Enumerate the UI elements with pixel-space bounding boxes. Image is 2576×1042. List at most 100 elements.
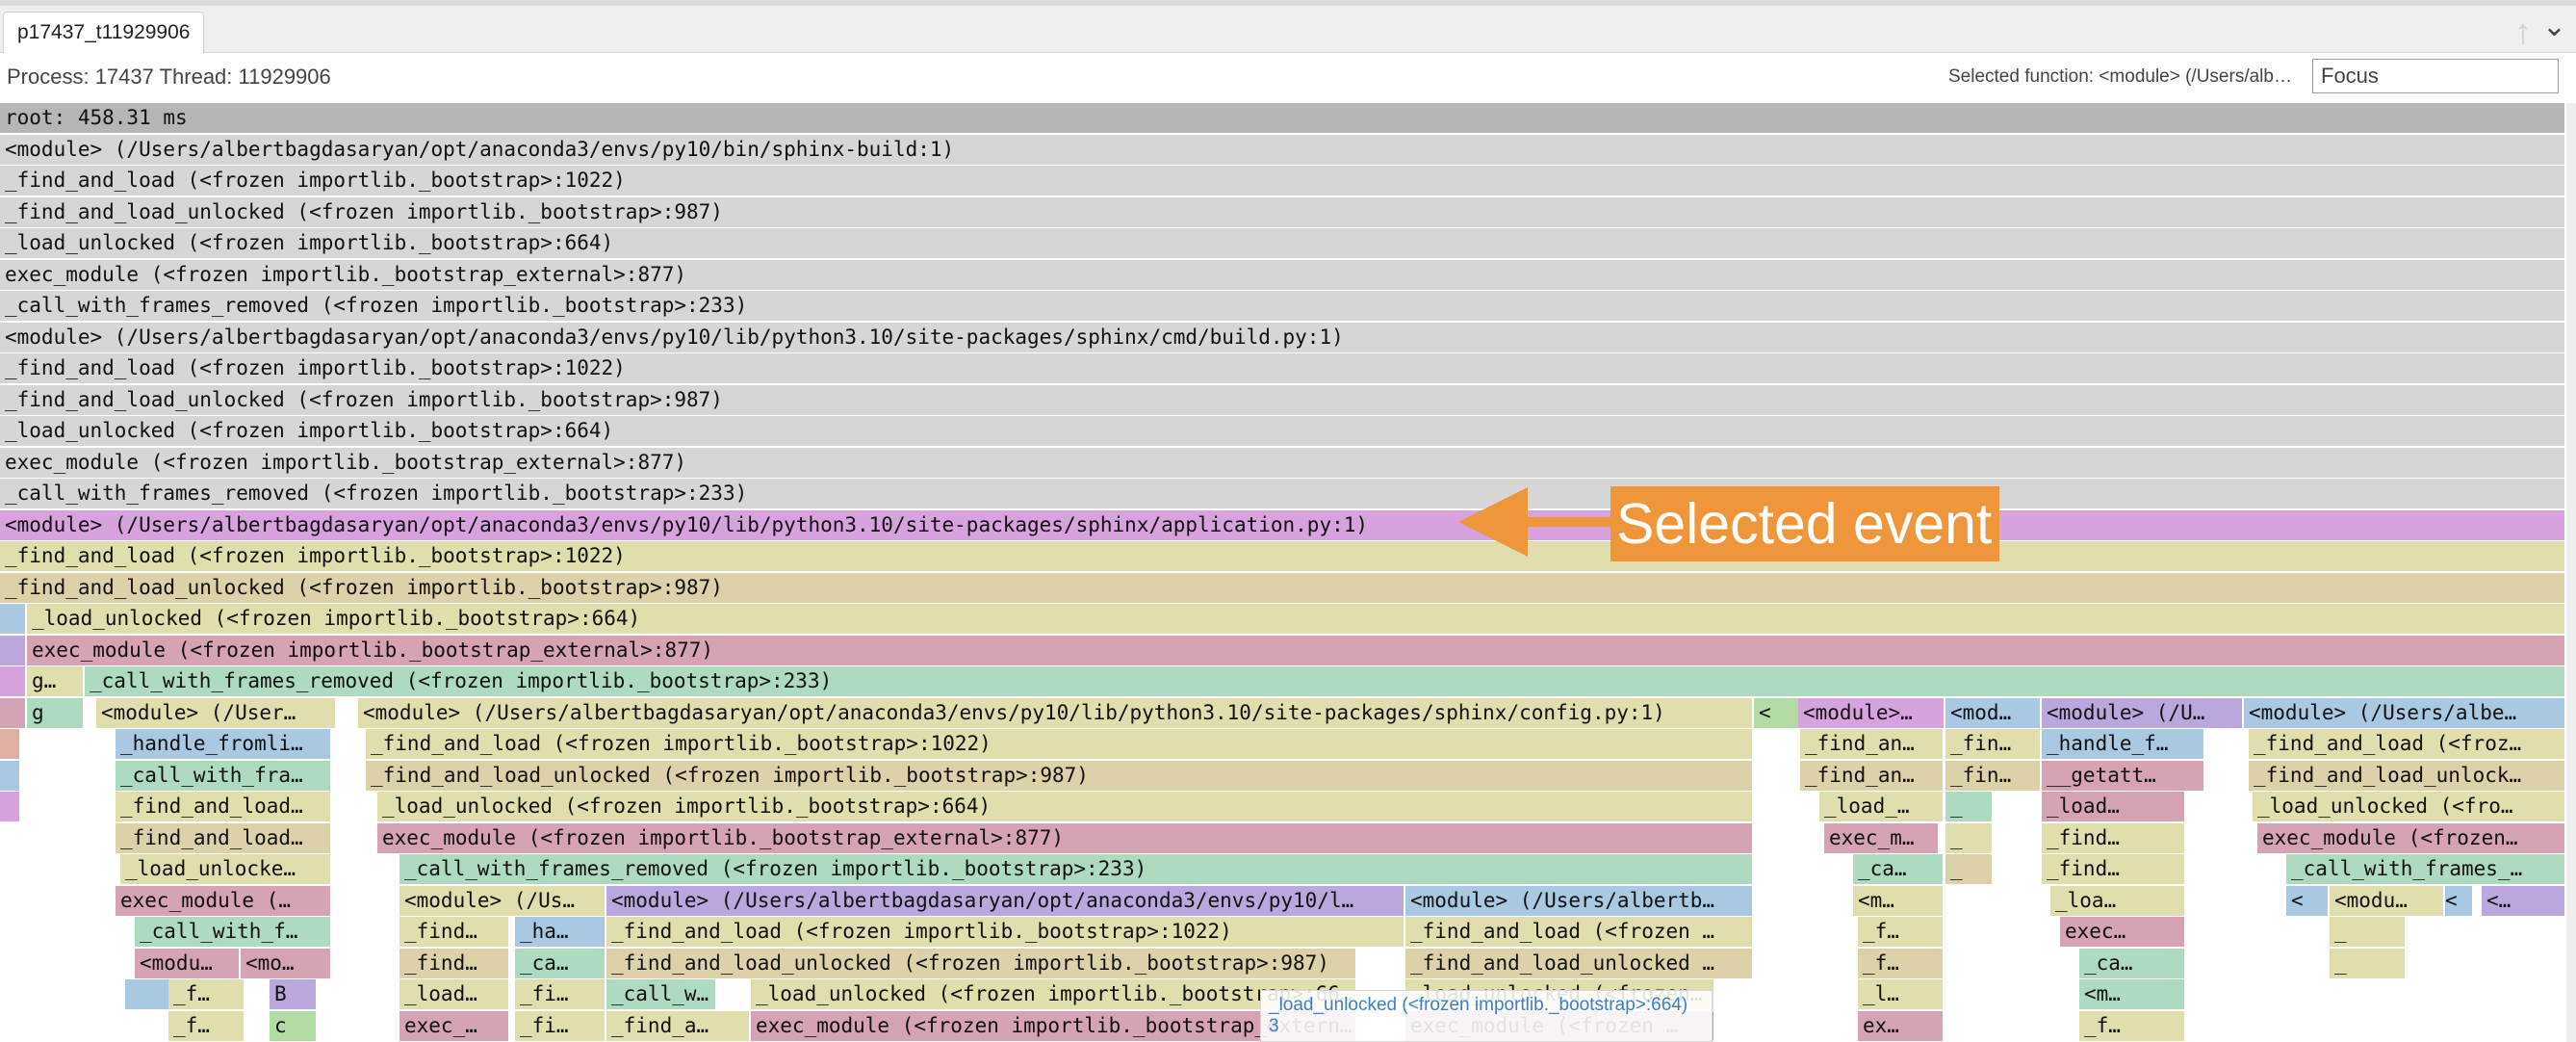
flame-frame[interactable]: _l…: [1858, 979, 1945, 1009]
flame-frame[interactable]: _find_and_load (<frozen importlib._boots…: [606, 917, 1405, 947]
flame-scrollbar[interactable]: [2566, 103, 2576, 1042]
flame-frame[interactable]: _find_an…: [1800, 761, 1945, 791]
flame-frame[interactable]: <mo…: [241, 949, 332, 978]
flame-frame[interactable]: [0, 729, 21, 759]
flame-frame[interactable]: _find_and_load_unlocked (<frozen importl…: [0, 385, 2566, 415]
flame-frame[interactable]: _find…: [2042, 854, 2186, 884]
flame-frame[interactable]: <module>…: [1798, 698, 1945, 728]
flame-frame[interactable]: <module> (/Users/albertbagdasaryan/opt/a…: [0, 135, 2566, 165]
flame-frame[interactable]: [0, 604, 27, 634]
flame-frame[interactable]: _load_unlocke…: [120, 854, 332, 884]
flame-frame[interactable]: <module> (/Users/albertbagdasaryan/opt/a…: [606, 886, 1405, 916]
flame-frame[interactable]: exec_module (<frozen importlib._bootstra…: [377, 823, 1754, 853]
flame-frame[interactable]: _: [2330, 917, 2407, 947]
flame-frame[interactable]: _find_and_load (<frozen importlib._boots…: [0, 541, 2566, 571]
flame-frame[interactable]: <module> (/Users/albertbagdasaryan/opt/a…: [358, 698, 1754, 728]
flame-frame[interactable]: _find_and_load…: [116, 792, 332, 821]
flame-frame[interactable]: _ca…: [1853, 854, 1945, 884]
flame-frame[interactable]: _find…: [399, 949, 510, 978]
flame-frame[interactable]: <module> (/Us…: [399, 886, 606, 916]
flame-frame[interactable]: _fin…: [1945, 729, 2042, 759]
flame-frame[interactable]: <m…: [1853, 886, 1945, 916]
flame-frame[interactable]: exec_module (…: [116, 886, 332, 916]
flame-frame[interactable]: _find_and_load_unlocked (<frozen importl…: [366, 761, 1754, 791]
flame-frame[interactable]: _find_and_load…: [116, 823, 332, 853]
flame-frame[interactable]: <module> (/U…: [2042, 698, 2244, 728]
flame-frame[interactable]: <m…: [2079, 979, 2186, 1009]
flame-frame[interactable]: c: [270, 1011, 318, 1041]
flame-frame[interactable]: _find…: [399, 917, 510, 947]
flame-frame[interactable]: exec_…: [399, 1011, 510, 1041]
flame-frame[interactable]: _find_and_load_unlocked (<frozen importl…: [0, 573, 2566, 603]
flame-frame[interactable]: _fin…: [1945, 761, 2042, 791]
flame-frame[interactable]: _load_unlocked (<frozen importlib._boots…: [0, 416, 2566, 446]
flame-frame[interactable]: _fi…: [515, 979, 606, 1009]
flame-frame[interactable]: _find_and_load (<frozen …: [1405, 917, 1754, 947]
flame-frame[interactable]: _find_and_load_unlocked …: [1405, 949, 1754, 978]
flame-frame[interactable]: _find_and_load_unlocked (<frozen importl…: [0, 197, 2566, 227]
flame-frame[interactable]: <module> (/Users/albe…: [2244, 698, 2566, 728]
scroll-up-arrow-icon[interactable]: ↑: [2514, 12, 2532, 52]
flame-frame[interactable]: _find_an…: [1800, 729, 1945, 759]
flame-frame[interactable]: _find_and_load (<frozen importlib._boots…: [0, 353, 2566, 383]
flame-frame[interactable]: g…: [27, 666, 85, 696]
flame-frame[interactable]: _f…: [168, 1011, 245, 1041]
flame-frame[interactable]: _call_w…: [606, 979, 717, 1009]
flame-frame[interactable]: _find_a…: [606, 1011, 751, 1041]
flame-frame[interactable]: _find_and_load_unlock…: [2249, 761, 2566, 791]
flame-frame[interactable]: <: [2286, 886, 2330, 916]
flame-frame[interactable]: <mod…: [1945, 698, 2042, 728]
flame-frame[interactable]: _find_and_load (<frozen importlib._boots…: [366, 729, 1754, 759]
flame-frame[interactable]: <modu…: [135, 949, 241, 978]
flame-frame[interactable]: _load…: [399, 979, 510, 1009]
flame-frame[interactable]: _ca…: [515, 949, 606, 978]
flame-frame[interactable]: [0, 666, 27, 696]
flame-frame[interactable]: _load_unlocked (<frozen importlib._boots…: [27, 604, 2566, 634]
flame-frame[interactable]: _call_with_frames_removed (<frozen impor…: [0, 479, 2566, 508]
flame-frame[interactable]: _find…: [2042, 823, 2186, 853]
flame-frame[interactable]: _call_with_fra…: [116, 761, 332, 791]
flame-frame[interactable]: _ca…: [2079, 949, 2186, 978]
flame-frame[interactable]: [0, 761, 21, 791]
flame-frame[interactable]: <modu…: [2330, 886, 2445, 916]
flame-frame[interactable]: _: [1945, 823, 1994, 853]
flame-frame[interactable]: _load…: [2042, 792, 2186, 821]
flame-frame[interactable]: _fi…: [515, 1011, 606, 1041]
flame-frame[interactable]: _loa…: [2050, 886, 2186, 916]
flame-frame[interactable]: ex…: [1858, 1011, 1945, 1041]
flame-frame[interactable]: _load_unlocked (<frozen importlib._boots…: [0, 228, 2566, 258]
flame-frame[interactable]: _find_and_load (<frozen importlib._boots…: [0, 166, 2566, 195]
flame-frame[interactable]: __getatt…: [2042, 761, 2205, 791]
flame-frame[interactable]: exec…: [2060, 917, 2186, 947]
flame-frame[interactable]: _find_and_load (<froz…: [2249, 729, 2566, 759]
chevron-down-icon[interactable]: ⌄: [2542, 10, 2566, 43]
flame-frame[interactable]: root: 458.31 ms: [0, 103, 2566, 133]
flame-frame[interactable]: exec_module (<frozen importlib._bootstra…: [0, 260, 2566, 290]
flame-frame[interactable]: _call_with_frames_removed (<frozen impor…: [399, 854, 1754, 884]
flame-frame[interactable]: _f…: [2079, 1011, 2186, 1041]
flame-frame[interactable]: _call_with_frames_removed (<frozen impor…: [0, 291, 2566, 321]
flame-frame[interactable]: _handle_fromli…: [116, 729, 332, 759]
flame-frame[interactable]: B: [270, 979, 318, 1009]
flame-frame[interactable]: <module> (/Users/albertb…: [1405, 886, 1754, 916]
flame-frame[interactable]: _ha…: [515, 917, 606, 947]
flame-frame[interactable]: _f…: [1858, 949, 1945, 978]
tab-thread[interactable]: p17437_t11929906: [3, 12, 205, 53]
selected-frame[interactable]: <module> (/Users/albertbagdasaryan/opt/a…: [0, 510, 2566, 540]
flame-frame[interactable]: exec_module (<frozen importlib._bootstra…: [0, 448, 2566, 478]
flame-frame[interactable]: <: [1754, 698, 1800, 728]
flame-frame[interactable]: exec_m…: [1824, 823, 1940, 853]
flame-frame[interactable]: _f…: [168, 979, 245, 1009]
flame-frame[interactable]: _f…: [1858, 917, 1945, 947]
flame-frame[interactable]: [0, 698, 27, 728]
flame-frame[interactable]: [0, 636, 27, 665]
flame-frame[interactable]: <module> (/User…: [96, 698, 337, 728]
flame-frame[interactable]: [0, 792, 21, 821]
flame-frame[interactable]: [125, 979, 173, 1009]
flame-frame[interactable]: _load_unlocked (<frozen importlib._boots…: [377, 792, 1754, 821]
flame-frame[interactable]: exec_module (<frozen importlib._bootstra…: [27, 636, 2566, 665]
flame-frame[interactable]: _load_…: [1819, 792, 1945, 821]
flame-frame[interactable]: _load_unlocked (<fro…: [2253, 792, 2566, 821]
flame-frame[interactable]: _: [2330, 949, 2407, 978]
flame-frame[interactable]: _: [1945, 854, 1994, 884]
